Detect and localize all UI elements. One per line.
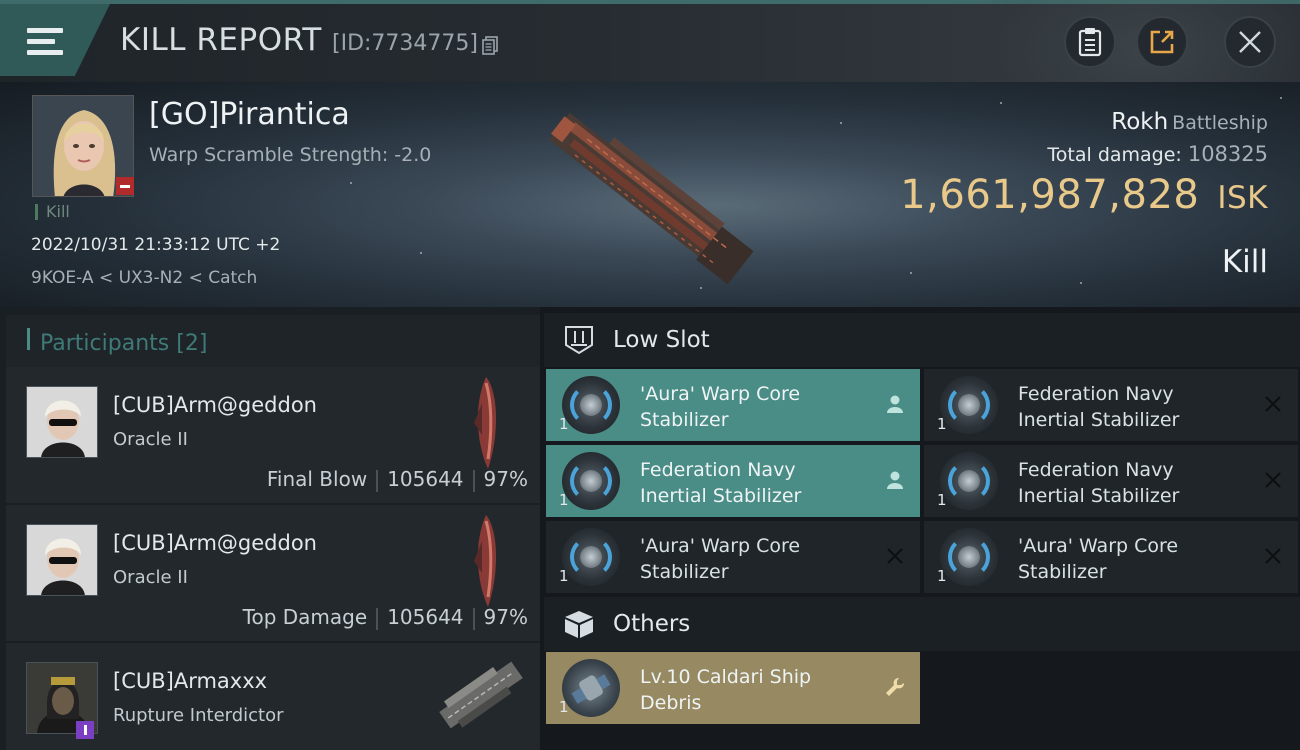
module-icon	[562, 452, 620, 510]
low-slot-item[interactable]: 1 'Aura' Warp Core Stabilizer	[546, 521, 920, 593]
destroyed-x-icon	[1265, 472, 1281, 488]
low-slot-item[interactable]: 1 Federation Navy Inertial Stabilizer	[546, 445, 920, 517]
others-header: Others	[544, 597, 1300, 651]
module-icon	[940, 452, 998, 510]
participant-ship: Oracle II	[113, 429, 188, 450]
participants-header-bar	[27, 328, 30, 350]
item-name: 'Aura' Warp Core Stabilizer	[640, 383, 801, 431]
kill-type-tag: Kill	[35, 204, 70, 220]
destroyed-x-icon	[1265, 396, 1281, 412]
item-name: 'Aura' Warp Core Stabilizer	[640, 535, 801, 583]
participants-panel: Participants [2] [CUB]Arm@geddon Oracle …	[0, 307, 540, 750]
clipboard-icon	[1078, 28, 1102, 57]
others-item[interactable]: 1 Lv.10 Caldari Ship Debris	[546, 652, 920, 724]
low-slot-item[interactable]: 1 Federation Navy Inertial Stabilizer	[924, 369, 1298, 441]
item-quantity: 1	[937, 415, 947, 433]
clipboard-button[interactable]	[1064, 16, 1116, 68]
victim-ship-class: Battleship	[1172, 112, 1268, 134]
participant-avatar[interactable]	[26, 386, 98, 458]
debris-icon	[562, 659, 620, 717]
isk-unit: ISK	[1217, 180, 1268, 216]
share-button[interactable]	[1136, 16, 1188, 68]
low-slot-header: Low Slot	[544, 313, 1300, 367]
corp-role-badge	[76, 721, 94, 739]
victim-ship[interactable]: Rokh Battleship	[1111, 109, 1268, 135]
module-icon	[940, 376, 998, 434]
total-damage: Total damage: 108325	[1047, 142, 1268, 166]
participant-ship: Oracle II	[113, 567, 188, 588]
participant-stats: Top Damage 105644 97%	[242, 605, 528, 630]
item-name: Federation Navy Inertial Stabilizer	[640, 459, 802, 507]
kill-location[interactable]: 9KOE-A < UX3-N2 < Catch	[31, 268, 257, 288]
participant-name: [CUB]Armaxxx	[113, 669, 268, 693]
participant-ship-image	[474, 515, 497, 607]
participant-card[interactable]: [CUB]Arm@geddon Oracle II Final Blow 1056…	[6, 367, 540, 503]
participants-header: Participants [2]	[6, 315, 540, 367]
participant-card[interactable]: [CUB]Arm@geddon Oracle II Top Damage 1056…	[6, 505, 540, 641]
participant-ship: Rupture Interdictor	[113, 705, 284, 726]
item-quantity: 1	[937, 567, 947, 585]
victim-banner: [GO]Pirantica Warp Scramble Strength: -2…	[0, 82, 1300, 307]
victim-ship-name: Rokh	[1111, 109, 1169, 135]
item-quantity: 1	[559, 698, 569, 716]
warp-scramble-strength: Warp Scramble Strength: -2.0	[149, 144, 432, 166]
participant-name: [CUB]Arm@geddon	[113, 393, 317, 417]
dropped-person-icon	[887, 471, 903, 489]
participant-stats: Final Blow 105644 97%	[266, 467, 528, 492]
item-name: Federation Navy Inertial Stabilizer	[1018, 383, 1180, 431]
menu-button[interactable]	[0, 4, 110, 76]
top-bar: KILL REPORT [ID:7734775]	[0, 0, 1300, 82]
share-icon	[1150, 30, 1174, 54]
dropped-person-icon	[887, 395, 903, 413]
close-icon	[1239, 31, 1261, 53]
isk-value: 1,661,987,828 ISK	[900, 172, 1268, 218]
destroyed-x-icon	[1265, 548, 1281, 564]
negative-status-badge	[116, 177, 134, 195]
participant-ship-image	[474, 377, 497, 469]
kill-outcome-label: Kill	[1221, 244, 1268, 280]
item-quantity: 1	[559, 491, 569, 509]
participant-card[interactable]: [CUB]Armaxxx Rupture Interdictor	[6, 643, 540, 750]
low-slot-item[interactable]: 1 Federation Navy Inertial Stabilizer	[924, 445, 1298, 517]
report-id: [ID:7734775]	[332, 31, 478, 56]
wrench-icon	[886, 677, 905, 696]
hamburger-menu-icon[interactable]	[27, 28, 63, 58]
low-slot-item[interactable]: 1 'Aura' Warp Core Stabilizer	[924, 521, 1298, 593]
page-title: KILL REPORT	[120, 22, 322, 58]
close-button[interactable]	[1224, 16, 1276, 68]
kill-timestamp: 2022/10/31 21:33:12 UTC +2	[31, 235, 281, 255]
destroyed-x-icon	[887, 548, 903, 564]
item-quantity: 1	[937, 491, 947, 509]
total-damage-label: Total damage:	[1047, 144, 1182, 166]
fitting-panel: Low Slot 1 'Aura' Warp Core Stabilizer 1 …	[540, 307, 1300, 750]
total-damage-value: 108325	[1187, 142, 1268, 166]
victim-name[interactable]: [GO]Pirantica	[149, 97, 350, 132]
participants-title: Participants [2]	[40, 331, 208, 356]
module-icon	[562, 528, 620, 586]
victim-ship-image	[548, 112, 754, 285]
low-slot-icon	[565, 326, 593, 355]
copy-icon[interactable]	[482, 36, 498, 55]
participant-name: [CUB]Arm@geddon	[113, 531, 317, 555]
participant-ship-image	[439, 661, 523, 729]
item-name: 'Aura' Warp Core Stabilizer	[1018, 535, 1179, 583]
item-quantity: 1	[559, 415, 569, 433]
module-icon	[940, 528, 998, 586]
low-slot-item[interactable]: 1 'Aura' Warp Core Stabilizer	[546, 369, 920, 441]
isk-amount: 1,661,987,828	[900, 172, 1200, 218]
participant-avatar[interactable]	[26, 524, 98, 596]
low-slot-title: Low Slot	[613, 327, 710, 353]
item-quantity: 1	[559, 567, 569, 585]
item-name: Lv.10 Caldari Ship Debris	[640, 666, 812, 714]
module-icon	[562, 376, 620, 434]
item-name: Federation Navy Inertial Stabilizer	[1018, 459, 1180, 507]
others-title: Others	[613, 611, 691, 637]
cargo-box-icon	[565, 611, 593, 638]
